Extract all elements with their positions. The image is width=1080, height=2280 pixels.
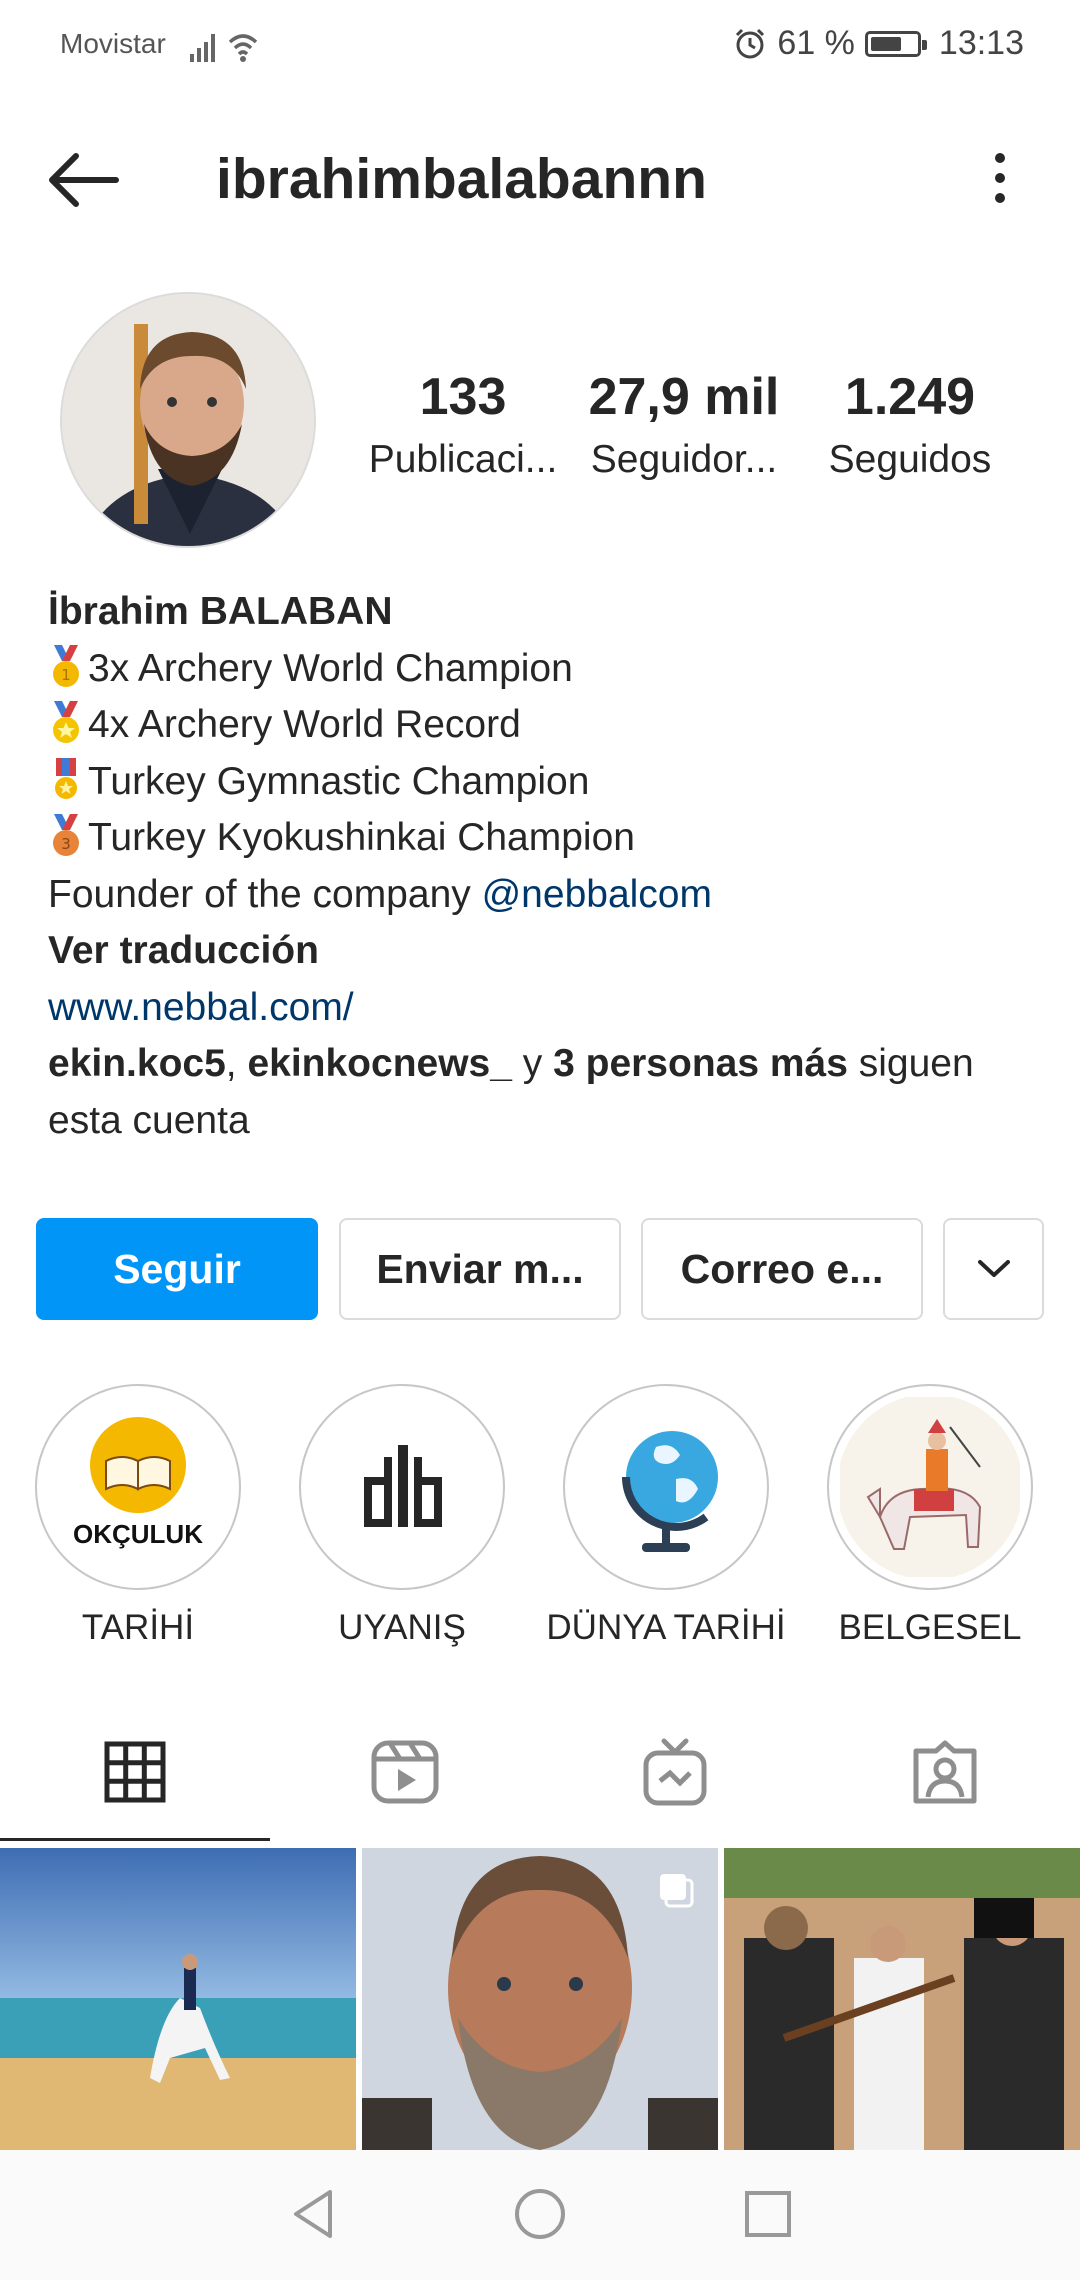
nav-back-icon[interactable] bbox=[284, 2184, 344, 2244]
stat-posts[interactable]: 133 Publicaci... bbox=[360, 362, 566, 488]
following-count: 1.249 bbox=[844, 368, 976, 426]
post-thumbnail[interactable] bbox=[724, 1848, 1080, 2150]
highlight-label: BELGESEL bbox=[838, 1608, 1022, 1647]
horse-beach-photo bbox=[0, 1848, 356, 2150]
highlight-tarihi[interactable]: OKÇULUK TARİHİ bbox=[13, 1384, 263, 1648]
igtv-icon bbox=[643, 1738, 707, 1806]
profile-avatar[interactable] bbox=[60, 292, 316, 548]
suggestions-dropdown-button[interactable] bbox=[943, 1218, 1044, 1320]
avatar-photo bbox=[62, 294, 314, 546]
highlight-label: TARİHİ bbox=[81, 1608, 195, 1647]
multiple-photos-icon bbox=[660, 1874, 694, 1908]
alarm-icon bbox=[736, 28, 765, 58]
post-thumbnail[interactable] bbox=[0, 1848, 356, 2150]
tagged-icon bbox=[913, 1740, 977, 1804]
gold-medal-icon: 1 bbox=[53, 644, 79, 687]
status-bar: Movistar 61 % 13:13 bbox=[0, 0, 1080, 92]
active-tab-indicator bbox=[0, 1838, 270, 1841]
svg-text:1: 1 bbox=[61, 666, 71, 684]
highlight-belgesel[interactable]: BELGESEL bbox=[805, 1384, 1055, 1648]
nav-home-icon[interactable] bbox=[510, 2184, 570, 2244]
display-name: İbrahim BALABAN bbox=[48, 590, 393, 633]
tab-igtv[interactable] bbox=[540, 1700, 810, 1844]
more-options-icon[interactable] bbox=[980, 148, 1020, 208]
battery-percent: 61 % bbox=[777, 24, 855, 62]
tab-reels[interactable] bbox=[270, 1700, 540, 1844]
bio-line: 4x Archery World Record bbox=[48, 697, 1038, 754]
email-button[interactable]: Correo e... bbox=[641, 1218, 923, 1320]
highlight-cover-text: OKÇULUK bbox=[73, 1519, 203, 1549]
uyanis-logo-icon bbox=[364, 1445, 442, 1527]
profile-actions: Seguir Enviar m... Correo e... bbox=[36, 1218, 1044, 1320]
bio-line: 1 3x Archery World Champion bbox=[48, 641, 1038, 698]
highlight-label: DÜNYA TARİHİ bbox=[546, 1608, 786, 1647]
battery-icon bbox=[864, 30, 927, 57]
sports-medal-icon bbox=[53, 701, 79, 743]
bronze-medal-icon: 3 bbox=[53, 814, 79, 856]
highlight-dunya-tarihi[interactable]: DÜNYA TARİHİ bbox=[541, 1384, 791, 1648]
nav-recents-icon[interactable] bbox=[738, 2184, 798, 2244]
system-nav-bar bbox=[0, 2150, 1080, 2280]
book-icon: OKÇULUK bbox=[73, 1417, 203, 1549]
stat-following[interactable]: 1.249 Seguidos bbox=[802, 362, 1018, 488]
stat-followers[interactable]: 27,9 mil Seguidor... bbox=[566, 362, 802, 488]
following-label: Seguidos bbox=[828, 438, 992, 481]
carrier-name: Movistar bbox=[60, 28, 166, 59]
posts-label: Publicaci... bbox=[368, 438, 558, 481]
mention-link[interactable]: @nebbalcom bbox=[482, 873, 712, 916]
translate-link[interactable]: Ver traducción bbox=[48, 923, 1038, 980]
story-highlights: OKÇULUK TARİHİ UYANIŞ DÜNYA TARİHİ BELGE… bbox=[0, 1384, 1080, 1654]
globe-icon bbox=[622, 1431, 718, 1552]
followers-count: 27,9 mil bbox=[588, 368, 780, 426]
highlight-uyanis[interactable]: UYANIŞ bbox=[277, 1384, 527, 1648]
svg-text:3: 3 bbox=[61, 835, 71, 853]
military-medal-icon bbox=[55, 757, 77, 799]
horseman-painting-icon bbox=[840, 1397, 1020, 1577]
posts-grid bbox=[0, 1848, 1080, 2150]
website-link[interactable]: www.nebbal.com/ bbox=[48, 980, 1038, 1037]
signal-wifi-icon bbox=[190, 34, 258, 62]
grid-icon bbox=[104, 1741, 166, 1803]
tab-posts-grid[interactable] bbox=[0, 1700, 270, 1844]
bio-line: Turkey Gymnastic Champion bbox=[48, 754, 1038, 811]
username-title: ibrahimbalabannn bbox=[216, 147, 707, 211]
profile-stats: 133 Publicaci... 27,9 mil Seguidor... 1.… bbox=[360, 362, 1040, 488]
tab-tagged[interactable] bbox=[810, 1700, 1080, 1844]
followers-label: Seguidor... bbox=[590, 438, 778, 481]
post-thumbnail[interactable] bbox=[362, 1848, 718, 2150]
chevron-down-icon bbox=[977, 1260, 1010, 1277]
profile-header: ibrahimbalabannn bbox=[0, 120, 1080, 240]
reels-icon bbox=[371, 1740, 439, 1804]
profile-bio: İbrahim BALABAN 1 3x Archery World Champ… bbox=[48, 584, 1038, 1149]
message-button[interactable]: Enviar m... bbox=[339, 1218, 621, 1320]
bio-line: 3 Turkey Kyokushinkai Champion bbox=[48, 810, 1038, 867]
profile-tabs bbox=[0, 1700, 1080, 1844]
posts-count: 133 bbox=[419, 368, 507, 426]
highlight-label: UYANIŞ bbox=[338, 1608, 466, 1647]
bio-founder: Founder of the company @nebbalcom bbox=[48, 872, 712, 916]
follow-button[interactable]: Seguir bbox=[36, 1218, 318, 1320]
clock: 13:13 bbox=[938, 24, 1024, 62]
back-arrow-icon[interactable] bbox=[44, 150, 124, 210]
film-crew-photo bbox=[724, 1848, 1080, 2150]
followed-by-line2: esta cuenta bbox=[48, 1098, 250, 1142]
followed-by[interactable]: ekin.koc5, ekinkocnews_ y 3 personas más… bbox=[48, 1036, 1038, 1093]
